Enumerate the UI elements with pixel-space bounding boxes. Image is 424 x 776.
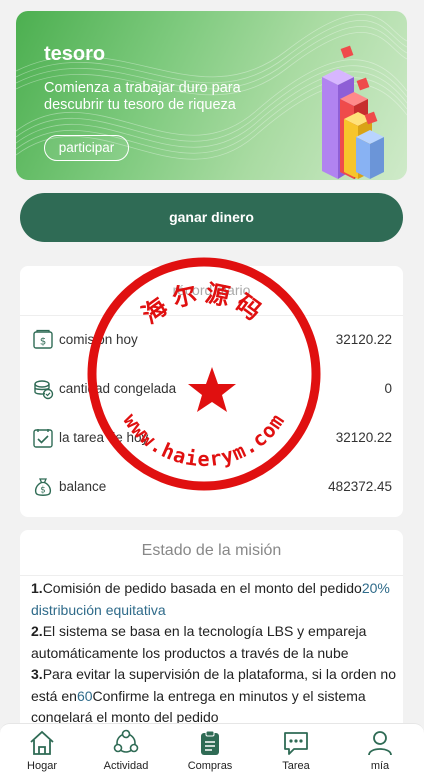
coins-icon (34, 380, 54, 400)
tab-label: Tarea (282, 760, 310, 772)
record-value: 482372.45 (328, 479, 392, 494)
tab-label: Actividad (103, 760, 149, 772)
tab-label: Compras (187, 760, 233, 772)
record-row-commission: $ comisión hoy 32120.22 (20, 327, 403, 353)
money-bag-icon: $ (34, 478, 52, 496)
page: tesoro Comienza a trabajar duro para des… (0, 0, 424, 776)
record-value: 0 (384, 381, 392, 396)
checklist-icon (33, 429, 53, 448)
tab-mine[interactable]: mía (338, 724, 422, 776)
earn-money-button[interactable]: ganar dinero (20, 193, 403, 242)
tab-home[interactable]: Hogar (0, 724, 84, 776)
divider (20, 575, 403, 576)
svg-text:$: $ (40, 337, 46, 348)
mission-title: Estado de la misión (141, 542, 282, 559)
mission-item-3: 3.Para evitar la supervisión de la plata… (31, 664, 399, 729)
record-label: la tarea de hoy (59, 430, 149, 445)
mission-rules: 1.Comisión de pedido basada en el monto … (31, 578, 399, 729)
activity-icon (113, 729, 139, 753)
item-number: 1. (31, 580, 43, 596)
item-text: El sistema se basa en la tecnología LBS … (31, 623, 367, 661)
item-highlight: 60 (76, 687, 93, 704)
daily-record-card: récord diario $ comisión hoy 32120.22 ca… (20, 266, 403, 517)
record-value: 32120.22 (335, 430, 392, 445)
tab-activity[interactable]: Actividad (84, 724, 168, 776)
record-row-balance: $ balance 482372.45 (20, 474, 403, 500)
bottom-tab-bar: Hogar Actividad Compras Tarea mía (0, 723, 424, 776)
record-label: balance (59, 479, 107, 494)
item-text: Comisión de pedido basada en el monto de… (42, 580, 362, 596)
record-label: cantidad congelada (59, 381, 177, 396)
tab-label: Hogar (27, 760, 57, 772)
mission-item-1: 1.Comisión de pedido basada en el monto … (31, 578, 399, 621)
banner-description: Comienza a trabajar duro para descubrir … (44, 80, 241, 113)
record-row-task: la tarea de hoy 32120.22 (20, 425, 403, 451)
promo-banner[interactable]: tesoro Comienza a trabajar duro para des… (16, 11, 407, 180)
record-label: comisión hoy (59, 332, 138, 347)
banner-title: tesoro (44, 43, 106, 65)
record-title: récord diario (172, 282, 251, 298)
tab-task[interactable]: Tarea (254, 724, 338, 776)
invoice-icon: $ (33, 329, 53, 349)
clipboard-icon (201, 730, 219, 755)
divider (20, 315, 403, 316)
mission-item-2: 2.El sistema se basa en la tecnología LB… (31, 621, 399, 664)
participate-button[interactable]: participar (44, 135, 129, 161)
item-number: 3. (31, 666, 43, 682)
svg-text:$: $ (40, 486, 45, 496)
growth-chart-illustration (322, 45, 384, 179)
home-icon (30, 730, 54, 755)
chat-icon (284, 732, 308, 755)
tab-label: mía (370, 760, 390, 772)
mission-status-card: Estado de la misión 1.Comisión de pedido… (20, 530, 403, 740)
record-value: 32120.22 (335, 332, 392, 347)
tab-purchases[interactable]: Compras (168, 724, 252, 776)
user-icon (368, 731, 392, 756)
item-number: 2. (31, 623, 43, 639)
record-row-frozen: cantidad congelada 0 (20, 376, 403, 402)
